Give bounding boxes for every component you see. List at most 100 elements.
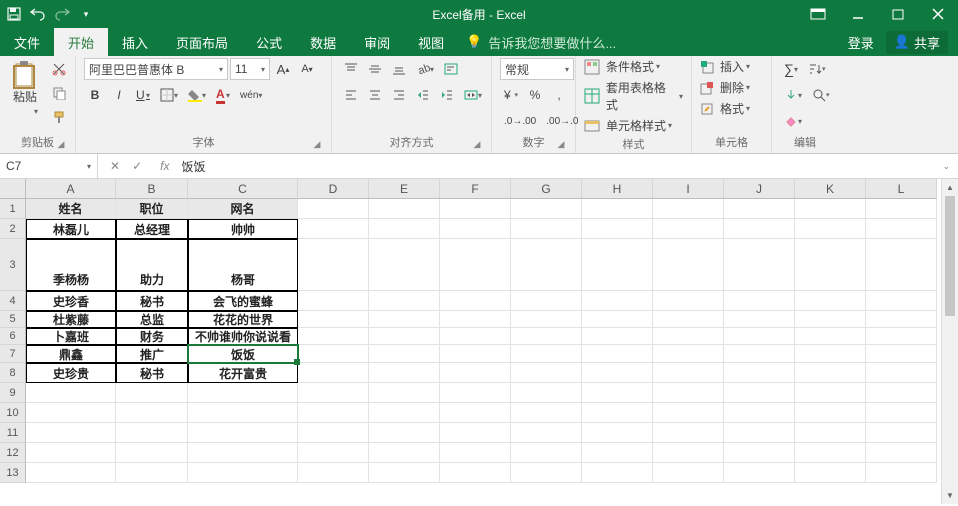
row-header[interactable]: 12: [0, 443, 26, 463]
cell[interactable]: [724, 291, 795, 311]
underline-button[interactable]: U▾: [132, 84, 154, 106]
cell[interactable]: 推广: [116, 345, 188, 363]
paste-button[interactable]: 粘贴 ▾: [8, 58, 42, 118]
wrap-text-button[interactable]: [440, 58, 462, 80]
font-color-button[interactable]: A▾: [212, 84, 234, 106]
align-left-button[interactable]: [340, 84, 362, 106]
cell[interactable]: [116, 443, 188, 463]
cell[interactable]: [866, 239, 937, 291]
cell[interactable]: [511, 345, 582, 363]
cell[interactable]: [440, 328, 511, 345]
cell[interactable]: [26, 443, 116, 463]
cell[interactable]: [724, 199, 795, 219]
cell[interactable]: [26, 403, 116, 423]
decrease-indent-button[interactable]: [412, 84, 434, 106]
cell[interactable]: [511, 423, 582, 443]
cell[interactable]: [188, 383, 298, 403]
column-header[interactable]: L: [866, 179, 937, 199]
cell[interactable]: [511, 443, 582, 463]
percent-button[interactable]: %: [524, 84, 546, 106]
cell[interactable]: 史珍贵: [26, 363, 116, 383]
cell[interactable]: [653, 403, 724, 423]
cell[interactable]: 网名: [188, 199, 298, 219]
cell[interactable]: [116, 403, 188, 423]
column-header[interactable]: A: [26, 179, 116, 199]
cell[interactable]: [866, 219, 937, 239]
cell[interactable]: 会飞的蜜蜂: [188, 291, 298, 311]
row-header[interactable]: 4: [0, 291, 26, 311]
cell[interactable]: [795, 239, 866, 291]
cell[interactable]: 不帅谁帅你说说看: [188, 328, 298, 345]
cell[interactable]: [582, 239, 653, 291]
cell[interactable]: [653, 345, 724, 363]
cell[interactable]: [866, 403, 937, 423]
column-header[interactable]: C: [188, 179, 298, 199]
column-header[interactable]: F: [440, 179, 511, 199]
cell[interactable]: [724, 403, 795, 423]
cell[interactable]: [369, 383, 440, 403]
cell[interactable]: 姓名: [26, 199, 116, 219]
cell[interactable]: [653, 291, 724, 311]
cell[interactable]: [653, 423, 724, 443]
undo-icon[interactable]: [30, 6, 46, 22]
cell[interactable]: [298, 403, 369, 423]
cell[interactable]: [795, 291, 866, 311]
row-header[interactable]: 13: [0, 463, 26, 483]
cell[interactable]: [653, 383, 724, 403]
name-box[interactable]: C7▾: [0, 154, 98, 178]
cell[interactable]: [298, 311, 369, 328]
grow-font-button[interactable]: A▴: [272, 58, 294, 80]
column-header[interactable]: B: [116, 179, 188, 199]
cell[interactable]: [653, 328, 724, 345]
cell[interactable]: [188, 403, 298, 423]
minimize-icon[interactable]: [844, 2, 872, 26]
align-right-button[interactable]: [388, 84, 410, 106]
cell[interactable]: [298, 423, 369, 443]
row-header[interactable]: 2: [0, 219, 26, 239]
dialog-launcher-icon[interactable]: ◢: [55, 139, 67, 151]
font-name-combo[interactable]: 阿里巴巴普惠体 B▾: [84, 58, 228, 80]
login-link[interactable]: 登录: [848, 33, 874, 52]
cell[interactable]: [298, 328, 369, 345]
column-header[interactable]: G: [511, 179, 582, 199]
cell[interactable]: [866, 328, 937, 345]
tab-file[interactable]: 文件: [0, 28, 54, 56]
cell[interactable]: [440, 443, 511, 463]
format-painter-button[interactable]: [48, 106, 70, 128]
scrollbar-thumb[interactable]: [945, 196, 955, 316]
cell[interactable]: [116, 423, 188, 443]
cell[interactable]: 秘书: [116, 363, 188, 383]
cell[interactable]: 季杨杨: [26, 239, 116, 291]
cell[interactable]: [440, 423, 511, 443]
cell[interactable]: [795, 363, 866, 383]
cell[interactable]: [724, 219, 795, 239]
vertical-scrollbar[interactable]: ▲ ▼: [941, 179, 958, 504]
cell[interactable]: [795, 199, 866, 219]
cell[interactable]: 帅帅: [188, 219, 298, 239]
tab-data[interactable]: 数据: [296, 28, 350, 56]
cell[interactable]: [653, 239, 724, 291]
expand-formula-icon[interactable]: ⌄: [934, 161, 958, 172]
cell[interactable]: [440, 363, 511, 383]
cell[interactable]: 助力: [116, 239, 188, 291]
cell[interactable]: [511, 311, 582, 328]
row-header[interactable]: 6: [0, 328, 26, 345]
cell[interactable]: [511, 383, 582, 403]
cell[interactable]: [511, 328, 582, 345]
cell[interactable]: [582, 345, 653, 363]
tab-insert[interactable]: 插入: [108, 28, 162, 56]
cell[interactable]: [866, 463, 937, 483]
cell[interactable]: [582, 383, 653, 403]
copy-button[interactable]: [48, 82, 70, 104]
cell[interactable]: 总监: [116, 311, 188, 328]
fill-button[interactable]: ▾: [780, 84, 806, 106]
cell[interactable]: 财务: [116, 328, 188, 345]
cell[interactable]: [582, 443, 653, 463]
cell[interactable]: [116, 383, 188, 403]
cell[interactable]: 花开富贵: [188, 363, 298, 383]
cell[interactable]: [795, 403, 866, 423]
tab-view[interactable]: 视图: [404, 28, 458, 56]
cell[interactable]: [298, 443, 369, 463]
cell[interactable]: [440, 463, 511, 483]
italic-button[interactable]: I: [108, 84, 130, 106]
